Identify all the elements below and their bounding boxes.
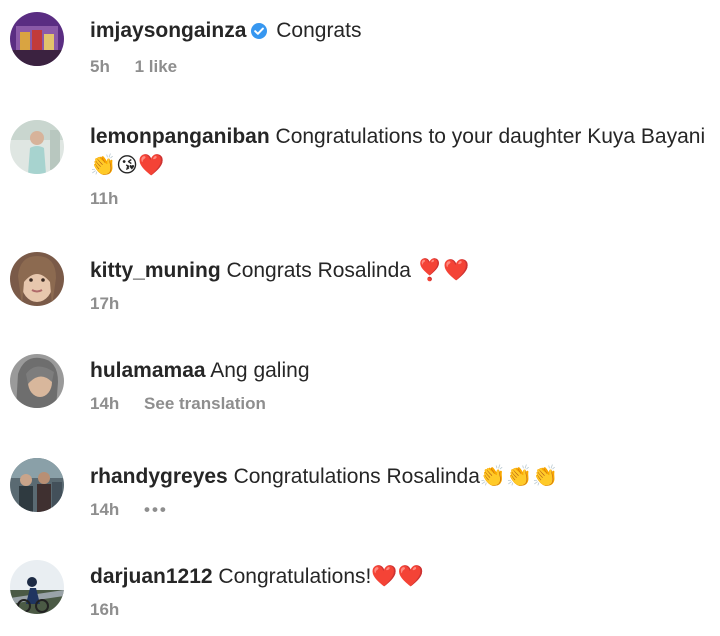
comment-meta: 11h — [90, 188, 706, 210]
comment-emojis: ❤️❤️ — [371, 564, 424, 588]
comment-time: 5h — [90, 57, 110, 76]
comment-text: kitty_muning Congrats Rosalinda ❣️❤️ — [90, 256, 706, 285]
comment-username[interactable]: hulamamaa — [90, 359, 206, 382]
comment-message: Congratulations Rosalinda — [233, 465, 480, 488]
comment-meta: 17h — [90, 293, 706, 315]
comment-emojis: ❣️❤️ — [416, 258, 470, 282]
comment-message: Congratulations to your daughter Kuya Ba… — [275, 125, 706, 148]
comment-item: imjaysongainza Congrats 5h 1 like — [0, 10, 720, 90]
comment-message: Congrats — [276, 19, 362, 42]
comment-time: 14h — [90, 500, 120, 519]
comment-meta: 16h — [90, 599, 706, 621]
more-options-icon[interactable]: ••• — [144, 499, 168, 521]
comment-item: hulamamaa Ang galing 14h See translation — [0, 352, 720, 432]
comment-item: rhandygreyes Congratulations Rosalinda👏👏… — [0, 456, 720, 536]
comment-meta: 5h 1 like — [90, 56, 706, 78]
avatar[interactable] — [10, 354, 64, 408]
comment-emojis: 👏😘❤️ — [90, 153, 165, 177]
comment-username[interactable]: rhandygreyes — [90, 465, 228, 488]
see-translation-link[interactable]: See translation — [144, 393, 266, 415]
avatar[interactable] — [10, 458, 64, 512]
avatar[interactable] — [10, 560, 64, 614]
comment-meta: 14h ••• — [90, 499, 706, 521]
comment-username[interactable]: lemonpanganiban — [90, 125, 270, 148]
comment-text: darjuan1212 Congratulations!❤️❤️ — [90, 562, 706, 591]
comment-time: 11h — [90, 189, 119, 208]
comment-message: Congrats Rosalinda — [226, 259, 411, 282]
comment-item: darjuan1212 Congratulations!❤️❤️ 16h — [0, 558, 720, 636]
comments-list: imjaysongainza Congrats 5h 1 like lemonp… — [0, 0, 720, 636]
comment-text: hulamamaa Ang galing — [90, 356, 706, 385]
comment-time: 14h — [90, 394, 120, 413]
comment-text: lemonpanganiban Congratulations to your … — [90, 122, 706, 180]
avatar[interactable] — [10, 252, 64, 306]
comment-message: Ang galing — [210, 359, 310, 382]
comment-item: kitty_muning Congrats Rosalinda ❣️❤️ 17h — [0, 250, 720, 330]
comment-time: 17h — [90, 294, 120, 313]
comment-username[interactable]: imjaysongainza — [90, 19, 246, 42]
comment-username[interactable]: kitty_muning — [90, 259, 221, 282]
comment-text: rhandygreyes Congratulations Rosalinda👏👏… — [90, 462, 706, 491]
comment-meta: 14h See translation — [90, 393, 706, 415]
comment-username[interactable]: darjuan1212 — [90, 565, 213, 588]
comment-emojis: 👏👏👏 — [479, 464, 559, 488]
comment-message: Congratulations! — [218, 565, 372, 588]
comment-time: 16h — [90, 600, 120, 619]
verified-badge-icon — [250, 19, 268, 48]
comment-text: imjaysongainza Congrats — [90, 16, 706, 48]
like-count[interactable]: 1 like — [135, 56, 178, 78]
comment-item: lemonpanganiban Congratulations to your … — [0, 118, 720, 228]
avatar[interactable] — [10, 12, 64, 66]
avatar[interactable] — [10, 120, 64, 174]
